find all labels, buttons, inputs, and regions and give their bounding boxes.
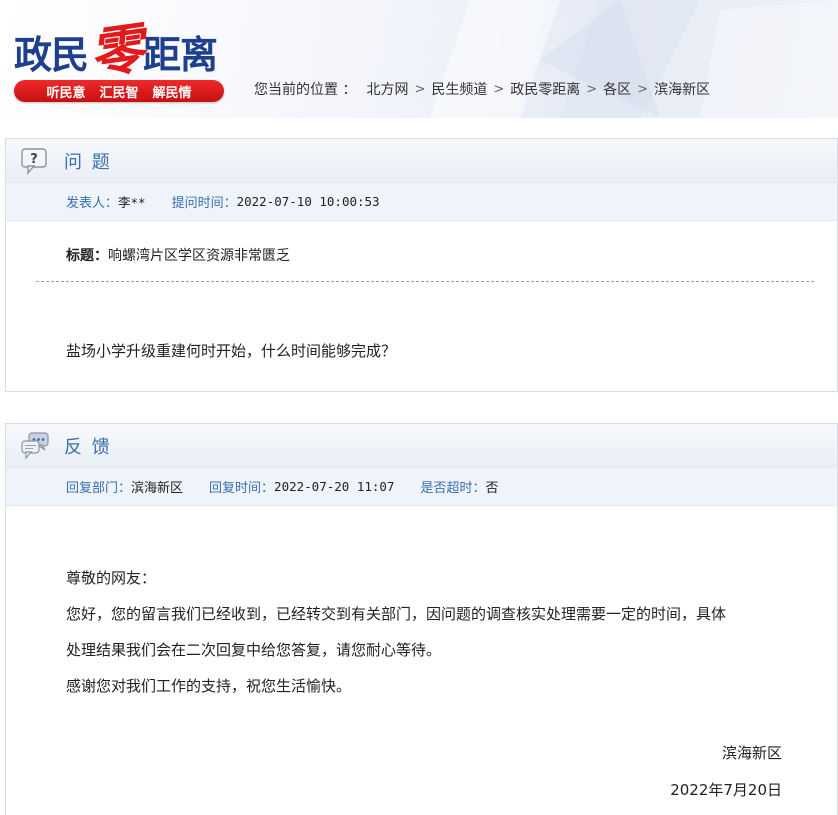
reply-time-value: 2022-07-20 11:07 [274, 479, 395, 494]
breadcrumb-item-district[interactable]: 各区 [603, 79, 631, 99]
question-time-value: 2022-07-10 10:00:53 [236, 194, 380, 209]
chevron-right-icon: > [637, 81, 649, 97]
breadcrumb-item-beifang[interactable]: 北方网 [366, 79, 408, 99]
question-panel: ? 问 题 发表人： 李** 提问时间： 2022-07-10 10:00:53… [5, 138, 838, 392]
reply-line-1: 您好，您的留言我们已经收到，已经转交到有关部门，因问题的调查核实处理需要一定的时… [66, 605, 727, 623]
chevron-right-icon: > [493, 81, 505, 97]
question-section-title: 问 题 [64, 151, 112, 173]
slogan-bar: 听民意 汇民智 解民情 [14, 80, 224, 102]
logo-text-1: 政民 [14, 32, 89, 77]
reply-body: 尊敬的网友： 您好，您的留言我们已经收到，已经转交到有关部门，因问题的调查核实处… [6, 506, 837, 704]
question-title: 响螺湾片区学区资源非常匮乏 [108, 248, 290, 264]
logo-text-2: 距离 [143, 32, 218, 77]
question-bubble-icon: ? [20, 146, 50, 176]
poster-value: 李** [118, 195, 146, 210]
page-header: 政民 零 距离 听民意 汇民智 解民情 您当前的位置 ： 北方网 > 民生频道 … [0, 0, 838, 118]
question-time-label: 提问时间： [171, 196, 237, 211]
slogan-1: 听民意 [46, 85, 86, 101]
chevron-right-icon: > [586, 81, 598, 97]
reply-panel: 反 馈 回复部门： 滨海新区 回复时间： 2022-07-20 11:07 是否… [5, 423, 838, 815]
reply-greeting: 尊敬的网友： [66, 569, 157, 587]
poster-label: 发表人： [66, 196, 119, 211]
reply-meta: 回复部门： 滨海新区 回复时间： 2022-07-20 11:07 是否超时： … [6, 468, 837, 506]
question-title-row: 标题：响螺湾片区学区资源非常匮乏 [6, 221, 837, 281]
reply-line-2: 处理结果我们会在二次回复中给您答复，请您耐心等待。 [66, 641, 442, 659]
slogan-3: 解民情 [152, 85, 192, 101]
reply-dept-label: 回复部门： [66, 481, 132, 496]
site-logo[interactable]: 政民 零 距离 [14, 16, 218, 87]
overdue-value: 否 [485, 481, 499, 496]
logo-text-ling: 零 [85, 15, 147, 87]
reply-time-label: 回复时间： [209, 481, 275, 496]
question-panel-header: ? 问 题 [6, 139, 837, 183]
breadcrumb-lead: 您当前的位置 ： [254, 82, 357, 98]
chat-bubbles-icon [20, 431, 50, 461]
svg-text:?: ? [30, 152, 38, 167]
question-meta: 发表人： 李** 提问时间： 2022-07-10 10:00:53 [6, 183, 837, 221]
breadcrumb-item-zhengmin[interactable]: 政民零距离 [510, 79, 580, 99]
breadcrumb-item-binhai[interactable]: 滨海新区 [654, 79, 710, 99]
question-body: 盐场小学升级重建何时开始，什么时间能够完成？ [66, 342, 397, 360]
overdue-label: 是否超时： [420, 481, 486, 496]
chevron-right-icon: > [414, 81, 426, 97]
reply-sign-date: 2022年7月20日 [670, 781, 782, 799]
reply-sign-org: 滨海新区 [721, 744, 782, 762]
breadcrumb-item-minsheng[interactable]: 民生频道 [431, 79, 487, 99]
question-title-label: 标题： [66, 248, 108, 264]
breadcrumb: 您当前的位置 ： 北方网 > 民生频道 > 政民零距离 > 各区 > 滨海新区 [254, 79, 710, 99]
reply-dept-value: 滨海新区 [131, 481, 184, 496]
reply-panel-header: 反 馈 [6, 424, 837, 468]
reply-line-3: 感谢您对我们工作的支持，祝您生活愉快。 [66, 677, 352, 695]
reply-section-title: 反 馈 [64, 436, 112, 458]
slogan-2: 汇民智 [99, 85, 139, 101]
